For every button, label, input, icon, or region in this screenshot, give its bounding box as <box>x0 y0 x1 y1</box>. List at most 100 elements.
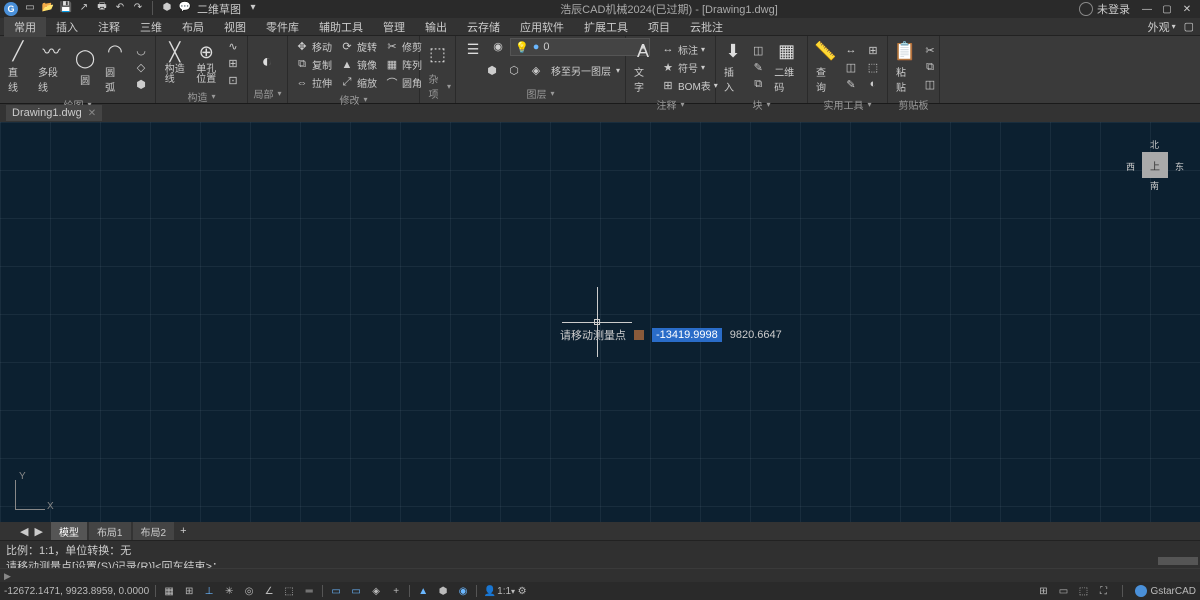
status-r2[interactable]: ▭ <box>1056 584 1070 598</box>
paste-button[interactable]: 📋粘贴 <box>892 38 918 96</box>
status-e3[interactable]: ◈ <box>369 584 383 598</box>
hole-position-button[interactable]: ⊕单孔 位置 <box>192 39 222 87</box>
util-e2[interactable]: ◫ <box>841 59 861 75</box>
copy2-button[interactable]: ⧉ <box>920 59 940 75</box>
login-status[interactable]: 未登录 <box>1079 1 1130 17</box>
tab-insert[interactable]: 插入 <box>46 17 88 37</box>
layout-nav-right-icon[interactable]: ▶ <box>34 525 42 538</box>
model-tab[interactable]: 模型 <box>51 522 87 541</box>
tab-cloud-annot[interactable]: 云批注 <box>680 17 733 37</box>
command-input[interactable] <box>16 570 1196 582</box>
status-r1[interactable]: ⊞ <box>1036 584 1050 598</box>
file-tab-drawing1[interactable]: Drawing1.dwg ✕ <box>6 105 102 121</box>
nav-east[interactable]: 东 <box>1175 160 1184 173</box>
draw-extra1[interactable]: ◡ <box>131 42 151 58</box>
layer-t3[interactable]: ⬡ <box>504 62 524 79</box>
command-scrollbar[interactable] <box>1158 557 1198 565</box>
move-to-layer-button[interactable]: 移至另一图层▾ <box>548 62 623 79</box>
util-e5[interactable]: ⬚ <box>863 59 883 75</box>
status-e5[interactable]: ⬢ <box>436 584 450 598</box>
polyline-button[interactable]: 〰多段线 <box>34 38 69 96</box>
arc-button[interactable]: ◠圆弧 <box>101 38 129 96</box>
query-button[interactable]: 📏查询 <box>812 38 839 96</box>
trim-button[interactable]: ✂修剪 <box>382 38 425 55</box>
fillet-button[interactable]: ⌒圆角 <box>382 74 425 91</box>
util-e4[interactable]: ⊞ <box>863 42 883 58</box>
dim-button[interactable]: ↔标注▾ <box>658 41 721 58</box>
util-e6[interactable]: ◐ <box>863 76 883 92</box>
layer-tool1[interactable]: ◉ <box>488 38 508 54</box>
layer-props-button[interactable]: ☰ <box>460 38 486 60</box>
qrcode-button[interactable]: ▦二维码 <box>770 38 803 96</box>
redo-icon[interactable]: ↷ <box>132 1 144 13</box>
tab-manage[interactable]: 管理 <box>373 17 415 37</box>
construct-line-button[interactable]: ╳构造 线 <box>160 39 190 87</box>
dyn-toggle-icon[interactable]: ⬚ <box>282 584 296 598</box>
draw-extra3[interactable]: ⬢ <box>131 76 151 92</box>
tab-layout[interactable]: 布局 <box>172 17 214 37</box>
partial-button[interactable]: ◐ <box>252 49 282 75</box>
nav-north[interactable]: 北 <box>1150 138 1159 151</box>
save-icon[interactable]: 💾 <box>60 1 72 13</box>
status-e2[interactable]: ▭ <box>349 584 363 598</box>
fullscreen-icon[interactable]: ⛶ <box>1096 584 1110 598</box>
export-icon[interactable]: ↗ <box>78 1 90 13</box>
help-icon[interactable]: ▢ <box>1184 20 1194 33</box>
lwt-toggle-icon[interactable]: ═ <box>302 584 316 598</box>
move-button[interactable]: ✥移动 <box>292 38 335 55</box>
add-layout-icon[interactable]: + <box>180 525 186 537</box>
util-e1[interactable]: ↔ <box>841 42 861 58</box>
workspace-icon[interactable]: ⬢ <box>161 1 173 13</box>
otrack-toggle-icon[interactable]: ∠ <box>262 584 276 598</box>
tab-annotate[interactable]: 注释 <box>88 17 130 37</box>
text-button[interactable]: A文字 <box>630 38 656 96</box>
tab-parts[interactable]: 零件库 <box>256 17 309 37</box>
bom-button[interactable]: ⊞BOM表▾ <box>658 77 721 94</box>
new-icon[interactable]: ▭ <box>24 1 36 13</box>
open-icon[interactable]: 📂 <box>42 1 54 13</box>
dropdown-icon[interactable]: ▾ <box>247 1 259 13</box>
circle-button[interactable]: ◯圆 <box>71 46 99 89</box>
array-button[interactable]: ▦阵列 <box>382 56 425 73</box>
minimize-button[interactable]: — <box>1138 2 1156 16</box>
tab-output[interactable]: 输出 <box>415 17 457 37</box>
util-e3[interactable]: ✎ <box>841 76 861 92</box>
status-e1[interactable]: ▭ <box>329 584 343 598</box>
undo-icon[interactable]: ↶ <box>114 1 126 13</box>
tab-view[interactable]: 视图 <box>214 17 256 37</box>
line-button[interactable]: ╱直线 <box>4 38 32 96</box>
tab-project[interactable]: 项目 <box>638 17 680 37</box>
view-cube[interactable]: 上 北 南 东 西 <box>1130 140 1180 190</box>
cut-button[interactable]: ✂ <box>920 42 940 58</box>
ortho-toggle-icon[interactable]: ⊥ <box>202 584 216 598</box>
layout2-tab[interactable]: 布局2 <box>133 522 175 541</box>
grid-toggle-icon[interactable]: ▦ <box>162 584 176 598</box>
drawing-canvas[interactable]: // grid drawn below via JS insertion aft… <box>0 122 1200 522</box>
chat-icon[interactable]: 💬 <box>179 1 191 13</box>
nav-south[interactable]: 南 <box>1150 179 1159 192</box>
gear-icon[interactable]: ⚙ <box>515 584 529 598</box>
draw-extra2[interactable]: ◇ <box>131 59 151 75</box>
misc-button[interactable]: ⬚ <box>424 41 451 67</box>
print-icon[interactable]: 🖶 <box>96 1 108 13</box>
construct-e3[interactable]: ⊡ <box>223 72 243 88</box>
close-tab-icon[interactable]: ✕ <box>88 108 96 119</box>
tab-cloud[interactable]: 云存储 <box>457 17 510 37</box>
construct-e1[interactable]: ∿ <box>223 38 243 54</box>
iso-toggle-icon[interactable]: ▲ <box>416 584 430 598</box>
clip-e3[interactable]: ◫ <box>920 76 940 92</box>
insert-button[interactable]: ⬇插入 <box>720 38 746 96</box>
stretch-button[interactable]: ⇔拉伸 <box>292 74 335 91</box>
construct-e2[interactable]: ⊞ <box>223 55 243 71</box>
mirror-button[interactable]: ▲镜像 <box>337 56 380 73</box>
maximize-button[interactable]: ▢ <box>1158 2 1176 16</box>
scale-icon[interactable]: 👤 <box>483 584 497 598</box>
panel-construct-expand-icon[interactable]: ▾ <box>211 92 215 101</box>
app-logo-icon[interactable]: G <box>4 2 18 16</box>
block-e2[interactable]: ✎ <box>748 59 768 75</box>
appearance-label[interactable]: 外观 <box>1148 19 1170 35</box>
tab-apps[interactable]: 应用软件 <box>510 17 574 37</box>
nav-west[interactable]: 西 <box>1126 160 1135 173</box>
layer-t2[interactable]: ⬢ <box>482 62 502 79</box>
layout1-tab[interactable]: 布局1 <box>89 522 131 541</box>
